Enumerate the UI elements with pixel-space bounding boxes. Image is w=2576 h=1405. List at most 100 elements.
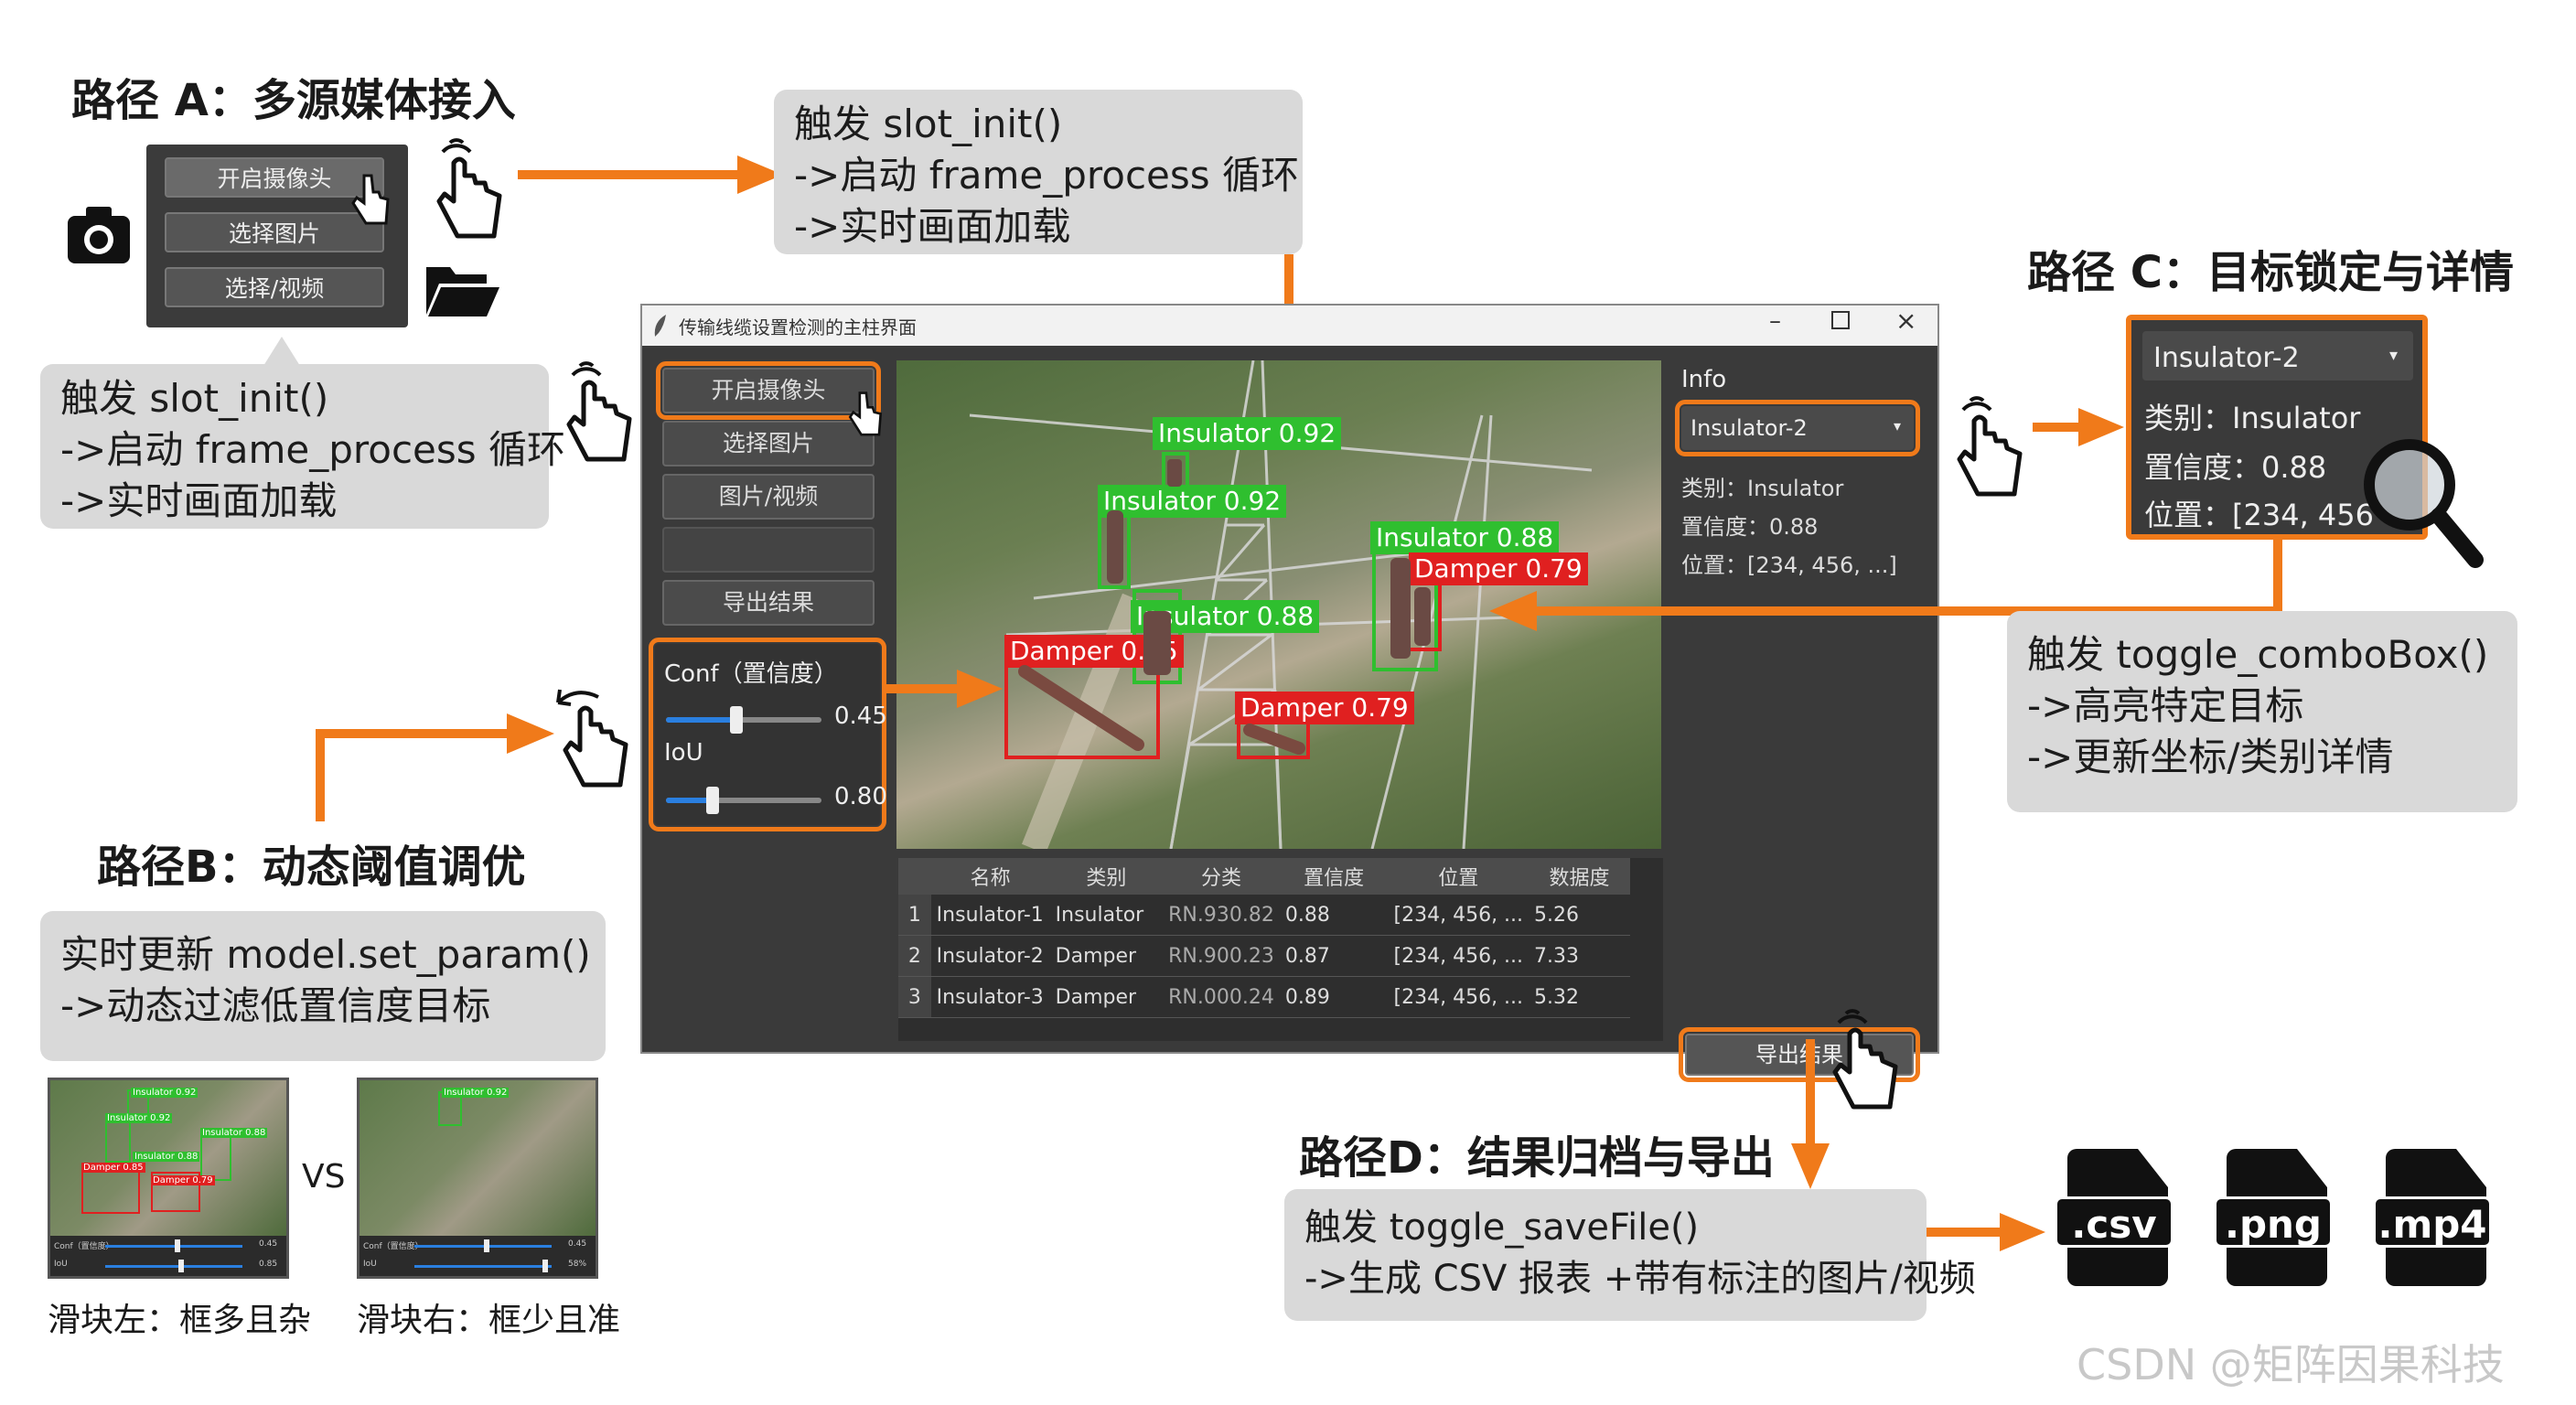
hand-pointer-icon: [1832, 1009, 1898, 1110]
thumbnail-label: Insulator 0.92: [105, 1113, 173, 1123]
csv-file-icon: .csv: [2055, 1149, 2174, 1286]
caption-right: 滑块右：框少且准: [357, 1302, 621, 1339]
menu-select-video[interactable]: 选择/视频: [165, 267, 384, 307]
callout-line: ->动态过滤低置信度目标: [60, 983, 491, 1028]
row-index: 1: [898, 895, 931, 936]
thumbnail-label: Damper 0.85: [81, 1163, 145, 1173]
table-cell: RN.000.24: [1163, 976, 1280, 1018]
arrow: [2033, 408, 2124, 446]
callout-line: 实时更新 model.set_param(): [60, 932, 591, 977]
thumbnail-label: Insulator 0.92: [442, 1088, 510, 1098]
row-index: 2: [898, 935, 931, 977]
magnifier-icon: [2364, 439, 2484, 568]
callout-line: ->高亮特定目标: [2027, 683, 2304, 728]
thumbnail-slider-handle: [175, 1239, 180, 1252]
table-cell: Damper: [1049, 935, 1164, 977]
path-a-heading: 路径 A：多源媒体接入: [71, 75, 516, 126]
path-c-heading: 路径 C：目标锁定与详情: [2027, 247, 2514, 298]
table-cell: [234, 456, ...: [1388, 895, 1530, 936]
file-extension: .csv: [2055, 1196, 2174, 1248]
detail-confidence: 置信度：0.88: [2144, 450, 2327, 485]
iou-label: IoU: [664, 739, 703, 767]
path-c-callout: 触发 toggle_comboBox() ->高亮特定目标 ->更新坐标/类别详…: [2007, 611, 2517, 812]
target-combo-value: Insulator-2: [1690, 415, 1808, 441]
png-file-icon: .png: [2214, 1149, 2333, 1286]
thumbnail-iou-label: IoU: [363, 1260, 377, 1269]
folder-icon: [426, 267, 499, 316]
arrow: [884, 670, 1003, 708]
path-b-heading: 路径B：动态阈值调优: [97, 842, 526, 893]
table-cell: 7.33: [1529, 935, 1630, 977]
thumbnail-label: Insulator 0.88: [200, 1128, 268, 1138]
callout-line: ->实时画面加载: [60, 478, 338, 523]
callout-line: 触发 slot_init(): [794, 102, 1063, 146]
image-video-button[interactable]: 图片/视频: [662, 474, 875, 520]
thumbnail-slider-handle: [178, 1260, 184, 1272]
conf-slider-fill: [666, 717, 736, 723]
callout-line: ->启动 frame_process 循环: [60, 427, 565, 472]
swipe-icon: [556, 689, 628, 788]
thumbnail-iou-value: 58%: [568, 1260, 587, 1269]
thumbnail-conf-value: 0.45: [568, 1239, 587, 1249]
thumbnail-label: Insulator 0.92: [131, 1088, 199, 1098]
column-header: [898, 858, 931, 895]
table-header: 名称 类别 分类 置信度 位置 数据度: [898, 858, 1630, 895]
file-extension: .png: [2214, 1196, 2333, 1248]
top-callout: 触发 slot_init() ->启动 frame_process 循环 ->实…: [774, 90, 1303, 254]
select-image-button[interactable]: 选择图片: [662, 421, 875, 467]
table-cell: RN.930.82: [1163, 895, 1280, 936]
thumbnail-high-threshold: Insulator 0.92 Conf（置信度） 0.45 IoU 58%: [357, 1078, 598, 1279]
row-index: 3: [898, 976, 931, 1018]
close-button[interactable]: ×: [1895, 306, 1916, 336]
table-cell: 5.32: [1529, 976, 1630, 1018]
thumbnail-slider-handle: [484, 1239, 489, 1252]
thumbnail-iou-value: 0.85: [259, 1260, 278, 1269]
iou-slider-handle[interactable]: [706, 787, 719, 814]
table-row[interactable]: 3 Insulator-3 Damper RN.000.24 0.89 [234…: [898, 976, 1630, 1018]
thumbnail-label: Insulator 0.88: [133, 1152, 200, 1162]
detail-category: 类别：Insulator: [2144, 401, 2361, 435]
callout-line: ->更新坐标/类别详情: [2027, 735, 2394, 779]
table-cell: 0.87: [1279, 935, 1389, 977]
table-cell: Insulator-2: [930, 935, 1050, 977]
minimize-button[interactable]: –: [1769, 307, 1781, 335]
camera-icon: [68, 207, 130, 263]
thumbnail-slider-handle: [542, 1260, 548, 1272]
conf-value: 0.45: [834, 702, 887, 730]
hand-pointer-icon: [566, 361, 632, 462]
disabled-button[interactable]: [662, 527, 875, 573]
export-results-button[interactable]: 导出结果: [662, 580, 875, 626]
main-window: 传输线缆设置检测的主柱界面 – × 开启摄像头 选择图片 图片/视频 导出结果 …: [640, 304, 1939, 1082]
chevron-down-icon: ▾: [2389, 346, 2399, 365]
column-header: 类别: [1049, 858, 1164, 895]
feather-icon: [654, 315, 666, 337]
table-row[interactable]: 1 Insulator-1 Insulator RN.930.82 0.88 […: [898, 895, 1630, 936]
table-cell: Insulator-1: [930, 895, 1050, 936]
file-extension: .mp4: [2373, 1196, 2492, 1248]
conf-slider-handle[interactable]: [729, 706, 743, 734]
detail-combo[interactable]: Insulator-2 ▾: [2142, 331, 2413, 381]
maximize-button[interactable]: [1831, 311, 1850, 329]
thumbnail-conf-value: 0.45: [259, 1239, 278, 1249]
arrow: [316, 713, 554, 821]
vs-label: VS: [302, 1158, 346, 1196]
threshold-panel: Conf（置信度） 0.45 IoU 0.80: [649, 638, 887, 831]
info-panel: Info Insulator-2 ▾ 类别：Insulator 置信度：0.88…: [1672, 360, 1932, 1082]
open-camera-button[interactable]: 开启摄像头: [656, 361, 881, 420]
callout-line: ->启动 frame_process 循环: [794, 153, 1299, 198]
column-header: 名称: [930, 858, 1050, 895]
table-row[interactable]: 2 Insulator-2 Damper RN.900.23 0.87 [234…: [898, 935, 1630, 977]
info-title: Info: [1681, 366, 1727, 393]
title-bar: 传输线缆设置检测的主柱界面 – ×: [642, 306, 1937, 346]
target-combo[interactable]: Insulator-2 ▾: [1675, 400, 1920, 456]
thumbnail-slider: [414, 1265, 552, 1268]
arrow: [1791, 1039, 1830, 1189]
table-cell: [234, 456, ...: [1388, 976, 1530, 1018]
callout-pointer: [263, 337, 300, 366]
hand-pointer-icon: [1957, 396, 2023, 497]
arrow: [518, 156, 783, 194]
mp4-file-icon: .mp4: [2373, 1149, 2492, 1286]
detail-position: 位置：[234, 456, ...: [2144, 498, 2373, 532]
thumbnail-low-threshold: Insulator 0.92 Insulator 0.92 Insulator …: [48, 1078, 289, 1279]
column-header: 数据度: [1529, 858, 1630, 895]
